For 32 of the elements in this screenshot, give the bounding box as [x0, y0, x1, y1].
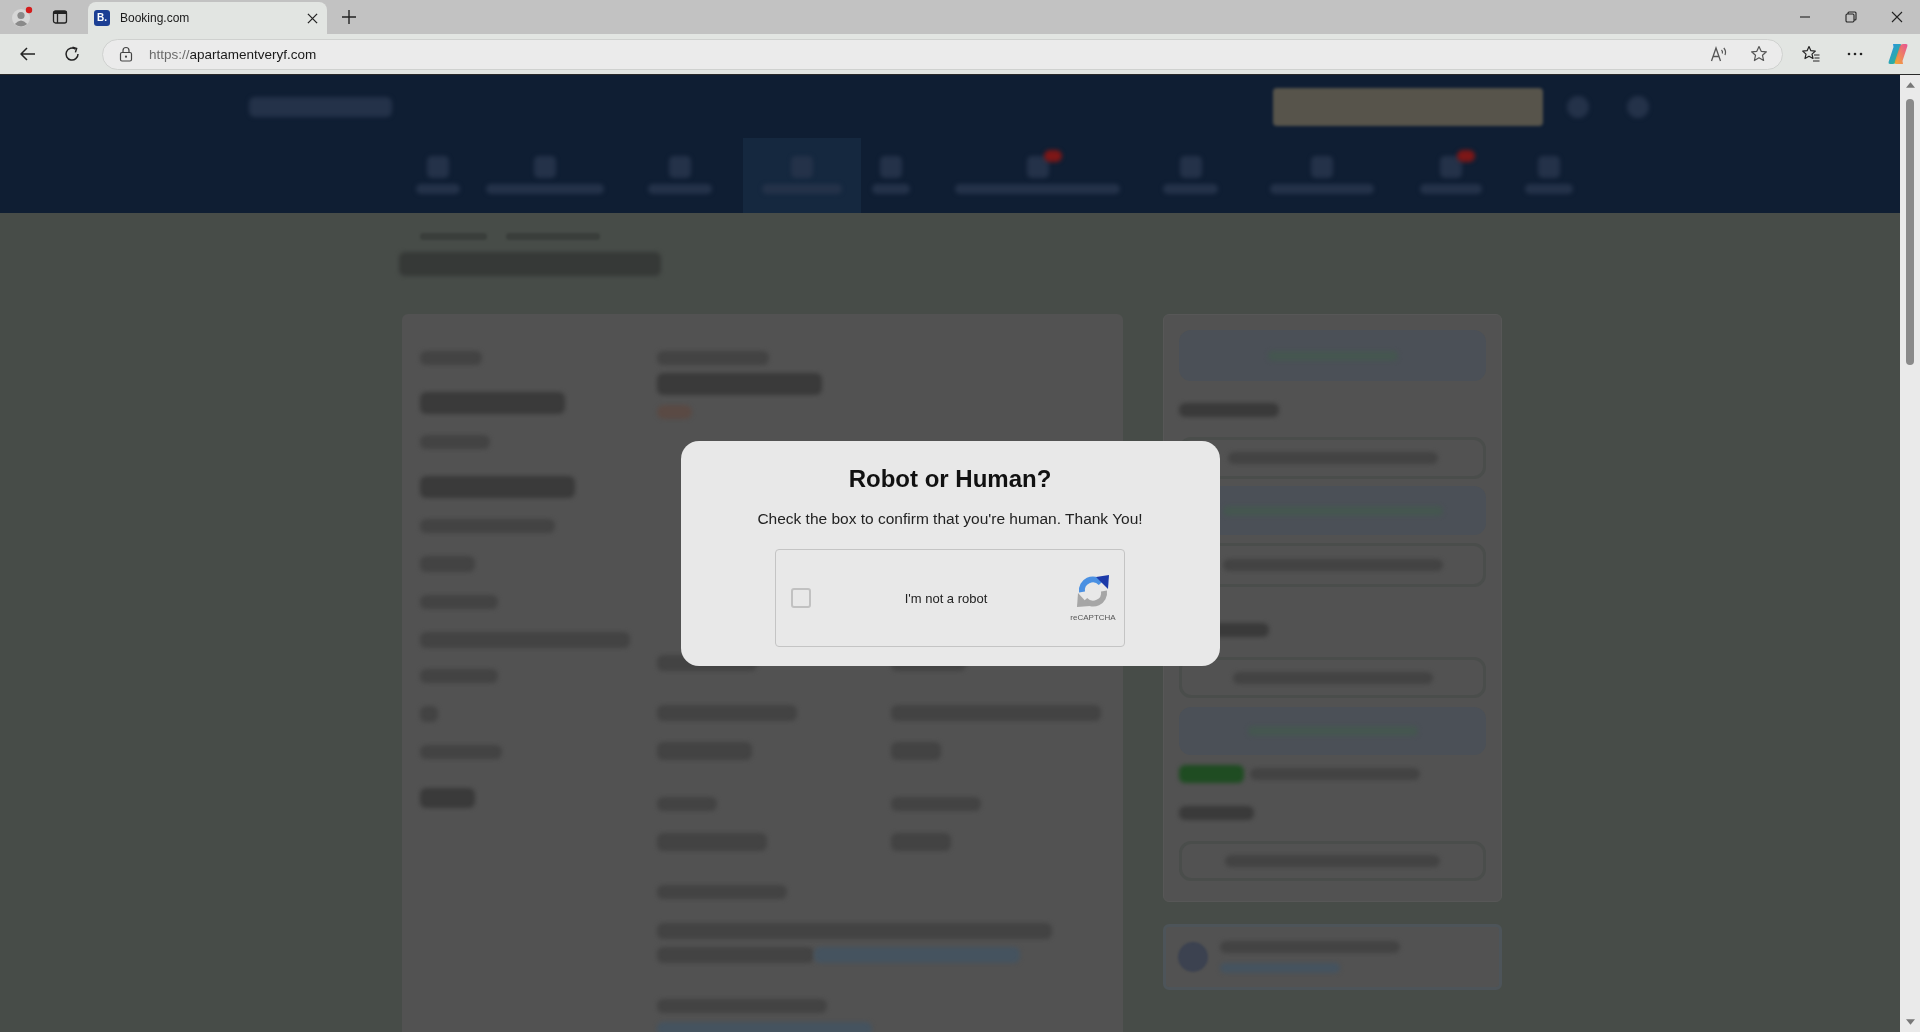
read-aloud-icon[interactable] — [1710, 45, 1728, 63]
captcha-label: I'm not a robot — [903, 590, 989, 606]
blurred-nav-icon[interactable] — [1026, 156, 1049, 178]
scroll-up-icon[interactable] — [1905, 82, 1915, 88]
refresh-icon[interactable] — [63, 45, 81, 63]
favorites-icon[interactable] — [1802, 45, 1820, 63]
scrollbar[interactable] — [1900, 75, 1920, 1032]
blurred-tag — [1179, 765, 1244, 783]
browser-tab[interactable]: B. Booking.com — [88, 2, 327, 34]
recaptcha-brand-text: reCAPTCHA — [1070, 613, 1116, 622]
back-icon[interactable] — [19, 45, 37, 63]
address-bar[interactable]: https://apartamentveryf.com — [102, 38, 1783, 70]
favicon: B. — [94, 10, 110, 26]
captcha-checkbox[interactable] — [791, 588, 811, 608]
blurred-text — [420, 788, 475, 808]
dialog-title: Robot or Human? — [848, 465, 1052, 493]
blurred-search-field[interactable] — [1273, 87, 1543, 126]
close-icon[interactable] — [1891, 11, 1903, 23]
restore-icon[interactable] — [1845, 11, 1857, 23]
blurred-tab[interactable] — [743, 138, 861, 213]
recaptcha-logo-icon — [1075, 574, 1111, 608]
scroll-down-icon[interactable] — [1905, 1019, 1915, 1025]
profile-icon[interactable] — [11, 6, 33, 28]
new-tab-icon[interactable] — [342, 10, 356, 24]
scrollbar-thumb[interactable] — [1906, 99, 1914, 365]
blurred-nav-icon[interactable] — [1440, 156, 1462, 178]
favorite-star-icon[interactable] — [1750, 45, 1768, 63]
tab-actions-icon[interactable] — [52, 9, 68, 25]
copilot-icon[interactable] — [1887, 43, 1909, 65]
close-tab-icon[interactable] — [307, 12, 318, 24]
lock-icon[interactable] — [119, 46, 133, 62]
dialog-message: Check the box to confirm that you're human. Thank You! — [757, 509, 1143, 529]
